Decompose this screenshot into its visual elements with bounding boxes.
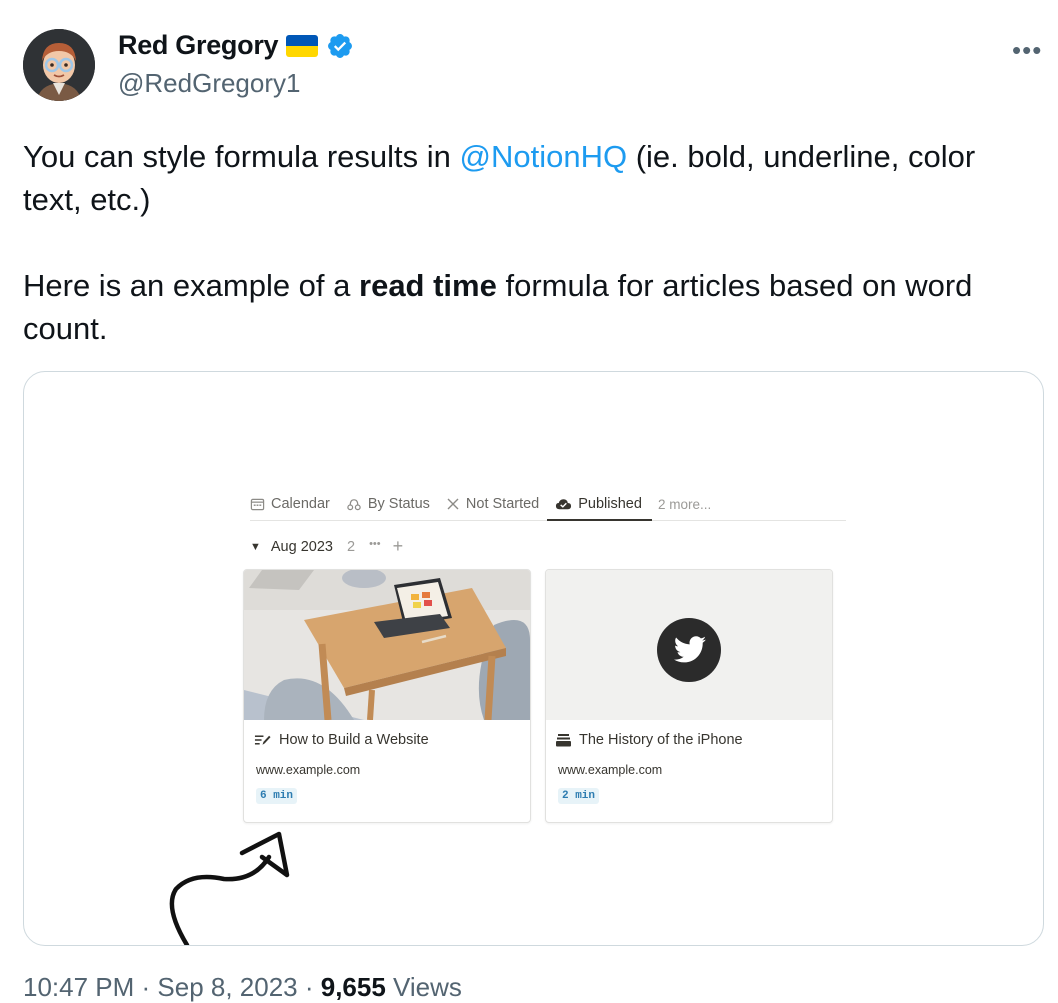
article-icon <box>254 735 271 745</box>
ukraine-flag-icon <box>286 34 319 57</box>
tweet-paragraph-2: Here is an example of a read time formul… <box>23 264 1023 350</box>
card-title-text: The History of the iPhone <box>579 732 743 748</box>
cloud-check-icon <box>556 499 572 510</box>
tab-calendar[interactable]: Calendar <box>250 489 330 519</box>
avatar[interactable] <box>23 29 95 101</box>
tab-not-started[interactable]: Not Started <box>446 489 539 519</box>
author-name-row: Red Gregory <box>118 30 354 61</box>
notion-view-tabs: Calendar By Status Not Started Published… <box>250 488 846 521</box>
tab-label: Calendar <box>271 496 330 512</box>
tweet-media[interactable]: Calendar By Status Not Started Published… <box>23 371 1044 946</box>
card-title[interactable]: How to Build a Website <box>254 732 429 748</box>
author-display-name[interactable]: Red Gregory <box>118 30 279 61</box>
tweet-timestamp-views[interactable]: 10:47 PM · Sep 8, 2023 · 9,655 Views <box>23 972 462 1003</box>
twitter-logo-icon <box>657 618 721 682</box>
views-label: Views <box>385 972 462 1002</box>
card-url[interactable]: www.example.com <box>558 763 662 777</box>
tweet-paragraph-1: You can style formula results in @Notion… <box>23 135 1023 221</box>
hand-drawn-arrow-icon <box>169 831 290 945</box>
card-title[interactable]: The History of the iPhone <box>556 732 743 748</box>
card-title-text: How to Build a Website <box>279 732 429 748</box>
tab-label: By Status <box>367 496 430 512</box>
tweet-text-segment: You can style formula results in <box>23 139 460 174</box>
tab-label: 2 more... <box>657 496 712 512</box>
group-add-icon[interactable]: + <box>393 536 404 557</box>
card-cover-image <box>546 570 832 720</box>
group-label: Aug 2023 <box>270 538 333 555</box>
mention-link[interactable]: @NotionHQ <box>460 139 628 174</box>
gallery-card[interactable]: How to Build a Website www.example.com 6… <box>243 569 531 823</box>
card-cover-image <box>244 570 530 720</box>
calendar-icon <box>250 498 265 510</box>
tweet-text-segment: Here is an example of a <box>23 268 360 303</box>
tweet-bold-text: read time <box>359 268 497 303</box>
views-count: 9,655 <box>320 972 386 1002</box>
stack-icon <box>556 734 571 747</box>
collapse-triangle-icon[interactable]: ▼ <box>250 541 261 553</box>
group-header: ▼ Aug 2023 2 ••• + <box>250 536 403 557</box>
tab-published[interactable]: Published <box>547 489 652 521</box>
group-more-icon[interactable]: ••• <box>369 536 381 557</box>
tab-more[interactable]: 2 more... <box>658 489 711 519</box>
verified-badge-icon[interactable] <box>326 32 354 60</box>
tweet-text: You can style formula results in @Notion… <box>23 135 1023 350</box>
tab-label: Published <box>578 496 642 512</box>
gallery-card[interactable]: The History of the iPhone www.example.co… <box>545 569 833 823</box>
group-count: 2 <box>346 538 356 555</box>
tab-by-status[interactable]: By Status <box>346 489 430 519</box>
read-time-badge: 6 min <box>256 788 298 804</box>
card-url[interactable]: www.example.com <box>256 763 360 777</box>
timestamp[interactable]: 10:47 PM · Sep 8, 2023 · <box>23 972 321 1002</box>
more-options-icon[interactable]: ••• <box>1012 35 1042 66</box>
x-icon <box>447 498 459 510</box>
status-icon <box>347 498 361 510</box>
read-time-badge: 2 min <box>558 788 600 804</box>
author-handle[interactable]: @RedGregory1 <box>118 68 300 99</box>
tab-label: Not Started <box>465 496 540 512</box>
